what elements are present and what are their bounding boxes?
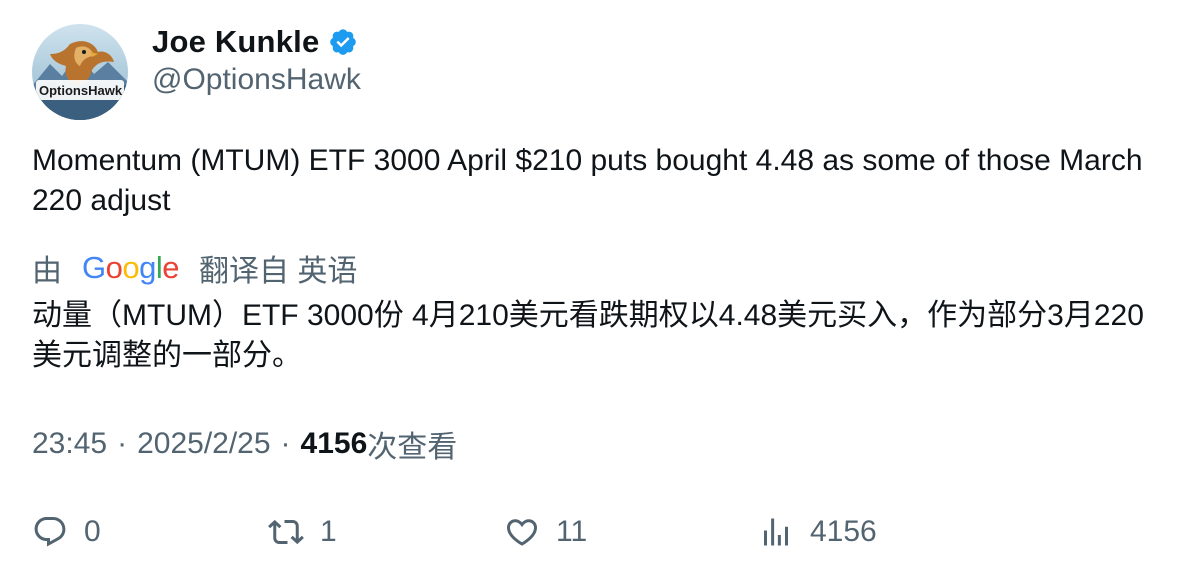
retweet-count: 1: [320, 515, 337, 548]
like-count: 11: [556, 515, 588, 548]
tweet-meta: 23:45 · 2025/2/25 · 4156 次查看: [32, 424, 457, 464]
tweet-time[interactable]: 23:45: [32, 427, 107, 461]
author-handle[interactable]: @OptionsHawk: [152, 63, 361, 97]
tweet-card: OptionsHawk Joe Kunkle @OptionsHawk Mome…: [0, 0, 1196, 578]
views-count: 4156: [300, 427, 368, 460]
retweet-button[interactable]: 1: [268, 510, 337, 554]
reply-icon: [32, 514, 68, 550]
reply-count: 0: [84, 515, 101, 548]
meta-separator: ·: [280, 427, 291, 460]
author-avatar[interactable]: OptionsHawk: [32, 24, 128, 120]
views-button[interactable]: 4156: [758, 510, 877, 554]
views-action-count: 4156: [810, 515, 877, 548]
retweet-icon: [268, 514, 304, 550]
google-logo[interactable]: Google: [82, 250, 180, 286]
bar-chart-icon: [758, 514, 794, 550]
hawk-avatar-icon: OptionsHawk: [32, 24, 128, 120]
like-button[interactable]: 11: [504, 510, 587, 554]
translated-by-label: 由: [32, 255, 62, 288]
translated-from-label: 翻译自 英语: [199, 255, 358, 288]
avatar-logo-text: OptionsHawk: [39, 83, 123, 98]
meta-separator: ·: [117, 427, 128, 460]
reply-button[interactable]: 0: [32, 510, 101, 554]
tweet-date[interactable]: 2025/2/25: [137, 427, 270, 461]
translated-text: 动量（MTUM）ETF 3000份 4月210美元看跌期权以4.48美元买入，作…: [32, 299, 1144, 372]
display-name-row: Joe Kunkle: [152, 22, 358, 62]
action-bar: 0 1 11 4156: [32, 510, 1172, 554]
display-name[interactable]: Joe Kunkle: [152, 24, 319, 60]
views-label: 次查看: [367, 431, 458, 464]
tweet-text: Momentum (MTUM) ETF 3000 April $210 puts…: [32, 144, 1143, 217]
verified-badge-icon[interactable]: [328, 27, 358, 57]
translation-attribution: 由 Google 翻译自 英语: [32, 246, 357, 290]
heart-icon: [504, 514, 540, 550]
